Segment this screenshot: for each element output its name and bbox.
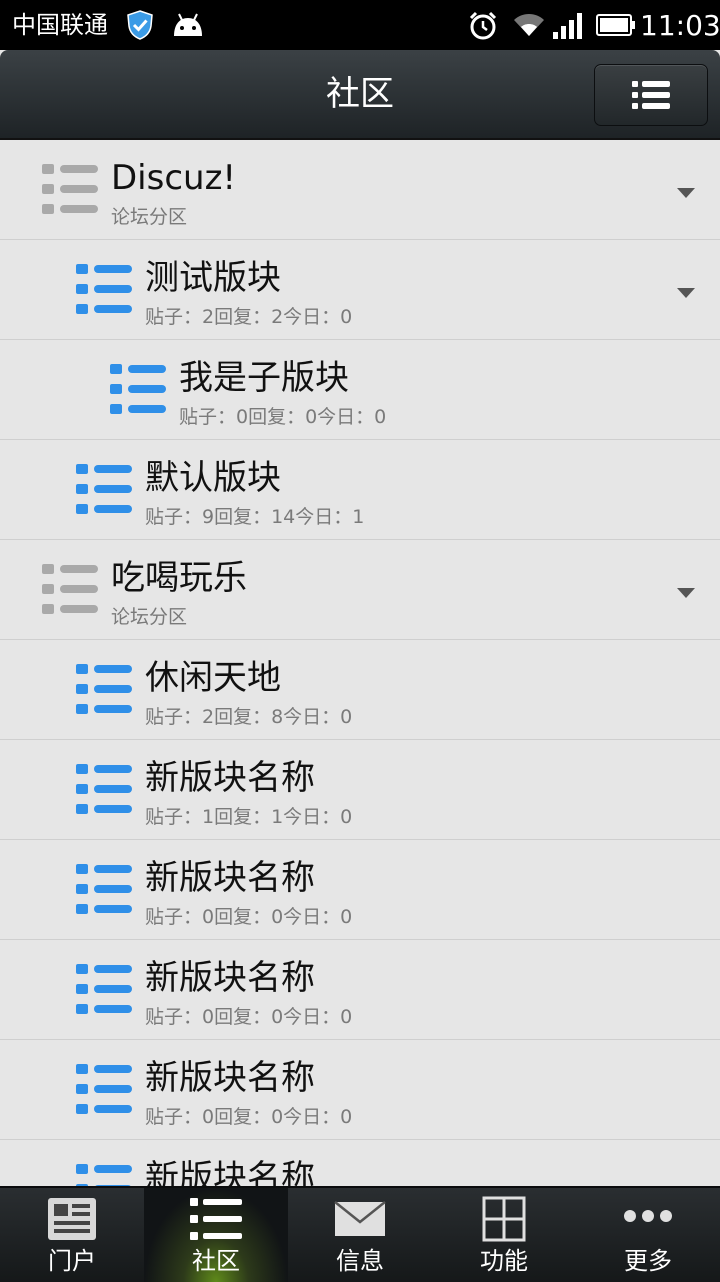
list-menu-icon (632, 81, 670, 109)
row-title: 我是子版块 (179, 358, 349, 398)
row-title: 休闲天地 (145, 658, 281, 698)
tab-label: 功能 (480, 1247, 528, 1275)
row-subtitle: 贴子：2回复：8今日：0 (145, 706, 353, 728)
forum-row[interactable]: 测试版块贴子：2回复：2今日：0 (0, 240, 720, 340)
row-title: 默认版块 (145, 458, 281, 498)
category-list-icon (42, 562, 98, 618)
forum-list-icon (76, 862, 132, 918)
grid-icon (478, 1196, 530, 1242)
row-subtitle: 贴子：0回复：0今日：0 (145, 906, 353, 928)
forum-row[interactable]: 新版块名称贴子：0回复：0今日：0 (0, 840, 720, 940)
forum-list-icon (110, 362, 166, 418)
expand-arrow-icon[interactable] (676, 184, 696, 198)
tab-label: 门户 (48, 1247, 96, 1275)
forum-row[interactable]: 新版块名称贴子：0回复：0今日：0 (0, 1040, 720, 1140)
row-title: 新版块名称 (145, 858, 315, 898)
signal-icon (552, 12, 584, 40)
tab-label: 社区 (192, 1247, 240, 1275)
row-title: Discuz! (111, 158, 237, 198)
portal-icon (46, 1196, 98, 1242)
forum-row[interactable]: 休闲天地贴子：2回复：8今日：0 (0, 640, 720, 740)
forum-row[interactable]: 新版块名称贴子：1回复：1今日：0 (0, 740, 720, 840)
row-title: 新版块名称 (145, 758, 315, 798)
row-subtitle: 贴子：0回复：0今日：0 (145, 1006, 353, 1028)
carrier-name: 中国联通 (12, 11, 108, 39)
expand-arrow-icon[interactable] (676, 284, 696, 298)
forum-list-icon (76, 462, 132, 518)
tab-portal[interactable]: 门户 (0, 1188, 144, 1282)
forum-list-icon (76, 962, 132, 1018)
row-title: 测试版块 (145, 258, 281, 298)
row-title: 新版块名称 (145, 958, 315, 998)
row-subtitle: 贴子：2回复：2今日：0 (145, 306, 353, 328)
forum-list-icon (76, 262, 132, 318)
row-subtitle: 贴子：1回复：1今日：0 (145, 806, 353, 828)
forum-list-icon (76, 762, 132, 818)
category-list-icon (42, 162, 98, 218)
row-title: 新版块名称 (145, 1158, 315, 1186)
alarm-icon (468, 11, 498, 41)
category-row[interactable]: Discuz! 论坛分区 (0, 140, 720, 240)
forum-list-icon (76, 662, 132, 718)
category-row[interactable]: 吃喝玩乐 论坛分区 (0, 540, 720, 640)
forum-row[interactable]: 我是子版块贴子：0回复：0今日：0 (0, 340, 720, 440)
shield-icon (126, 10, 154, 40)
tab-grid[interactable]: 功能 (432, 1188, 576, 1282)
tab-message[interactable]: 信息 (288, 1188, 432, 1282)
tab-community[interactable]: 社区 (144, 1188, 288, 1282)
row-subtitle: 贴子：0回复：0今日：0 (145, 1106, 353, 1128)
tab-more[interactable]: 更多 (576, 1188, 720, 1282)
battery-icon (596, 14, 636, 36)
row-title: 吃喝玩乐 (111, 558, 247, 598)
forum-row[interactable]: 默认版块贴子：9回复：14今日：1 (0, 440, 720, 540)
row-subtitle: 贴子：9回复：14今日：1 (145, 506, 365, 528)
tab-label: 信息 (336, 1247, 384, 1275)
community-icon (190, 1196, 242, 1242)
row-title: 新版块名称 (145, 1058, 315, 1098)
forum-row[interactable]: 新版块名称贴子：0回复：0今日：0 (0, 940, 720, 1040)
wifi-icon (512, 12, 546, 38)
forum-list: Discuz! 论坛分区 测试版块 贴子：2回复：2今日：0 我是子版块 贴子：0回复：0… (0, 140, 720, 1186)
menu-button[interactable] (594, 64, 708, 126)
row-subtitle: 论坛分区 (111, 206, 188, 228)
clock: 11:03 (640, 9, 720, 42)
bottom-tab-bar: 门户 社区 信息 功能 更多 (0, 1186, 720, 1282)
tab-label: 更多 (624, 1247, 672, 1275)
forum-list-icon (76, 1062, 132, 1118)
message-icon (334, 1196, 386, 1242)
row-subtitle: 论坛分区 (111, 606, 188, 628)
forum-list-icon (76, 1162, 132, 1186)
app-header: 社区 (0, 50, 720, 140)
row-subtitle: 贴子：0回复：0今日：0 (179, 406, 387, 428)
status-bar: 中国联通 11:03 (0, 0, 720, 50)
expand-arrow-icon[interactable] (676, 584, 696, 598)
android-icon (170, 12, 206, 38)
forum-row[interactable]: 新版块名称 (0, 1140, 720, 1186)
more-icon (622, 1196, 674, 1242)
